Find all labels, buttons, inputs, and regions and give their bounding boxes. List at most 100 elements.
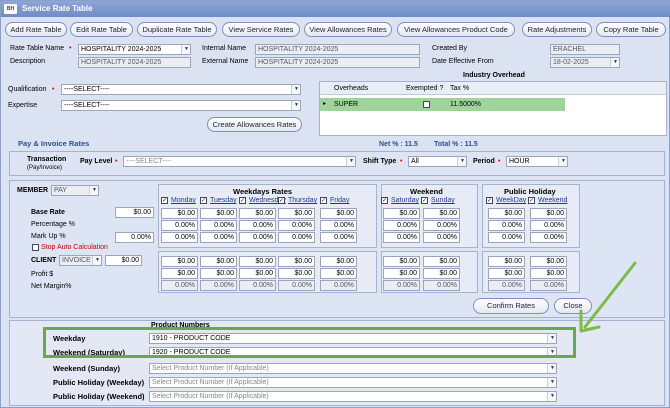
rate-cell[interactable]: $0.00 bbox=[530, 208, 567, 219]
day-label-saturday[interactable]: Saturday bbox=[391, 197, 419, 204]
view-allowances-rates-button[interactable]: View Allowances Rates bbox=[304, 22, 392, 37]
client-rate-cell[interactable]: $0.00 bbox=[161, 256, 198, 267]
rate-table-name-label: Rate Table Name bbox=[10, 45, 64, 52]
rate-cell[interactable]: 0.00% bbox=[530, 232, 567, 243]
client-rate-cell[interactable]: $0.00 bbox=[200, 268, 237, 279]
rate-cell[interactable]: 0.00% bbox=[161, 232, 198, 243]
created-by-field[interactable]: ERACHEL bbox=[550, 44, 620, 55]
day-checkbox-thursday[interactable]: ✓ bbox=[278, 197, 285, 204]
client-invoice-dropdown[interactable]: INVOICE ▼ bbox=[59, 255, 102, 266]
client-rate-cell[interactable]: $0.00 bbox=[278, 268, 315, 279]
day-checkbox-weekend[interactable]: ✓ bbox=[528, 197, 535, 204]
day-checkbox-wednesday[interactable]: ✓ bbox=[239, 197, 246, 204]
rate-adjustments-button[interactable]: Rate Adjustments bbox=[522, 22, 592, 37]
day-label-friday[interactable]: Friday bbox=[330, 197, 349, 204]
rate-cell[interactable]: 0.00% bbox=[383, 232, 420, 243]
rate-cell[interactable]: $0.00 bbox=[488, 208, 525, 219]
day-checkbox-sunday[interactable]: ✓ bbox=[421, 197, 428, 204]
product-number-dropdown[interactable]: Select Product Number (If Applicable) ▼ bbox=[149, 363, 557, 374]
rate-cell[interactable]: 0.00% bbox=[423, 232, 460, 243]
day-label-sunday[interactable]: Sunday bbox=[431, 197, 455, 204]
client-rate-cell[interactable]: $0.00 bbox=[383, 256, 420, 267]
rate-cell[interactable]: 0.00% bbox=[200, 232, 237, 243]
rate-cell[interactable]: $0.00 bbox=[278, 208, 315, 219]
day-checkbox-tuesday[interactable]: ✓ bbox=[200, 197, 207, 204]
client-rate-cell[interactable]: $0.00 bbox=[200, 256, 237, 267]
base-rate-input[interactable]: $0.00 bbox=[115, 207, 154, 218]
rate-cell[interactable]: 0.00% bbox=[200, 220, 237, 231]
internal-name-field[interactable]: HOSPITALITY 2024-2025 bbox=[255, 44, 420, 55]
rate-cell[interactable]: 0.00% bbox=[320, 232, 357, 243]
rate-cell[interactable]: $0.00 bbox=[320, 208, 357, 219]
rate-cell[interactable]: 0.00% bbox=[278, 232, 315, 243]
client-rate-cell[interactable]: $0.00 bbox=[383, 268, 420, 279]
chevron-down-icon: ▼ bbox=[550, 393, 555, 399]
edit-rate-table-button[interactable]: Edit Rate Table bbox=[70, 22, 133, 37]
period-dropdown[interactable]: HOUR ▼ bbox=[506, 156, 568, 167]
product-number-dropdown[interactable]: Select Product Number (If Applicable) ▼ bbox=[149, 391, 557, 402]
pay-level-dropdown[interactable]: ----SELECT---- ▼ bbox=[123, 156, 356, 167]
rate-cell[interactable]: 0.00% bbox=[530, 220, 567, 231]
confirm-rates-button[interactable]: Confirm Rates bbox=[473, 298, 549, 314]
rate-cell[interactable]: $0.00 bbox=[200, 208, 237, 219]
rate-table-name-dropdown[interactable]: HOSPITALITY 2024-2025 ▼ bbox=[78, 44, 191, 55]
external-name-field[interactable]: HOSPITALITY 2024-2025 bbox=[255, 57, 420, 68]
member-pay-dropdown[interactable]: PAY ▼ bbox=[51, 185, 99, 196]
qualification-dropdown[interactable]: ----SELECT---- ▼ bbox=[61, 84, 301, 95]
rate-cell[interactable]: 0.00% bbox=[161, 220, 198, 231]
client-rate-cell[interactable]: $0.00 bbox=[320, 268, 357, 279]
rate-cell[interactable]: $0.00 bbox=[239, 208, 276, 219]
client-rate-cell[interactable]: $0.00 bbox=[161, 268, 198, 279]
expertise-dropdown[interactable]: ----SELECT---- ▼ bbox=[61, 100, 301, 111]
create-allowances-rates-button[interactable]: Create Allowances Rates bbox=[207, 117, 302, 132]
public_holiday-title: Public Holiday bbox=[504, 187, 556, 196]
client-rate-cell[interactable]: $0.00 bbox=[239, 256, 276, 267]
copy-rate-table-button[interactable]: Copy Rate Table bbox=[596, 22, 666, 37]
exempted-checkbox[interactable] bbox=[423, 101, 430, 108]
client-rate-cell[interactable]: $0.00 bbox=[488, 268, 525, 279]
shift-type-dropdown[interactable]: All ▼ bbox=[408, 156, 467, 167]
add-rate-table-button[interactable]: Add Rate Table bbox=[5, 22, 67, 37]
day-label-monday[interactable]: Monday bbox=[171, 197, 196, 204]
description-field[interactable]: HOSPITALITY 2024-2025 bbox=[78, 57, 191, 68]
client-rate-cell[interactable]: $0.00 bbox=[320, 256, 357, 267]
rate-cell[interactable]: 0.00% bbox=[383, 220, 420, 231]
client-rate-cell[interactable]: $0.00 bbox=[530, 268, 567, 279]
client-rate-cell[interactable]: $0.00 bbox=[239, 268, 276, 279]
day-label-weekend[interactable]: Weekend bbox=[538, 197, 567, 204]
rate-cell[interactable]: $0.00 bbox=[383, 208, 420, 219]
duplicate-rate-table-button[interactable]: Duplicate Rate Table bbox=[137, 22, 217, 37]
client-rate-cell[interactable]: $0.00 bbox=[530, 256, 567, 267]
view-allowances-product-code-button[interactable]: View Allowances Product Code bbox=[397, 22, 515, 37]
day-checkbox-monday[interactable]: ✓ bbox=[161, 197, 168, 204]
rate-cell[interactable]: 0.00% bbox=[320, 220, 357, 231]
rate-cell[interactable]: 0.00% bbox=[239, 220, 276, 231]
client-rate-cell[interactable]: $0.00 bbox=[488, 256, 525, 267]
rate-cell[interactable]: 0.00% bbox=[488, 220, 525, 231]
industry-overhead-grid: Overheads Exempted ? Tax % ▸ SUPER 11.50… bbox=[319, 81, 667, 136]
net-percentage: Net % : 11.5 bbox=[379, 141, 418, 148]
date-effective-field[interactable]: 18-02-2025 ▼ bbox=[550, 57, 620, 68]
total-percentage: Total % : 11.5 bbox=[434, 141, 478, 148]
day-checkbox-weekday[interactable]: ✓ bbox=[486, 197, 493, 204]
rate-cell[interactable]: 0.00% bbox=[278, 220, 315, 231]
product-number-dropdown[interactable]: Select Product Number (If Applicable) ▼ bbox=[149, 377, 557, 388]
client-value-input[interactable]: $0.00 bbox=[105, 255, 142, 266]
rate-cell[interactable]: $0.00 bbox=[423, 208, 460, 219]
view-service-rates-button[interactable]: View Service Rates bbox=[222, 22, 300, 37]
stop-auto-calculation-checkbox[interactable] bbox=[32, 244, 39, 251]
client-rate-cell[interactable]: $0.00 bbox=[278, 256, 315, 267]
client-rate-cell[interactable]: $0.00 bbox=[423, 256, 460, 267]
net-margin-label: Net Margin% bbox=[31, 283, 72, 290]
markup-input[interactable]: 0.00% bbox=[115, 232, 154, 243]
day-checkbox-friday[interactable]: ✓ bbox=[320, 197, 327, 204]
day-checkbox-saturday[interactable]: ✓ bbox=[381, 197, 388, 204]
day-label-tuesday[interactable]: Tuesday bbox=[210, 197, 237, 204]
rate-cell[interactable]: 0.00% bbox=[423, 220, 460, 231]
rate-cell[interactable]: $0.00 bbox=[161, 208, 198, 219]
day-label-weekday[interactable]: WeekDay bbox=[496, 197, 526, 204]
rate-cell[interactable]: 0.00% bbox=[488, 232, 525, 243]
rate-cell[interactable]: 0.00% bbox=[239, 232, 276, 243]
day-label-thursday[interactable]: Thursday bbox=[288, 197, 317, 204]
client-rate-cell[interactable]: $0.00 bbox=[423, 268, 460, 279]
